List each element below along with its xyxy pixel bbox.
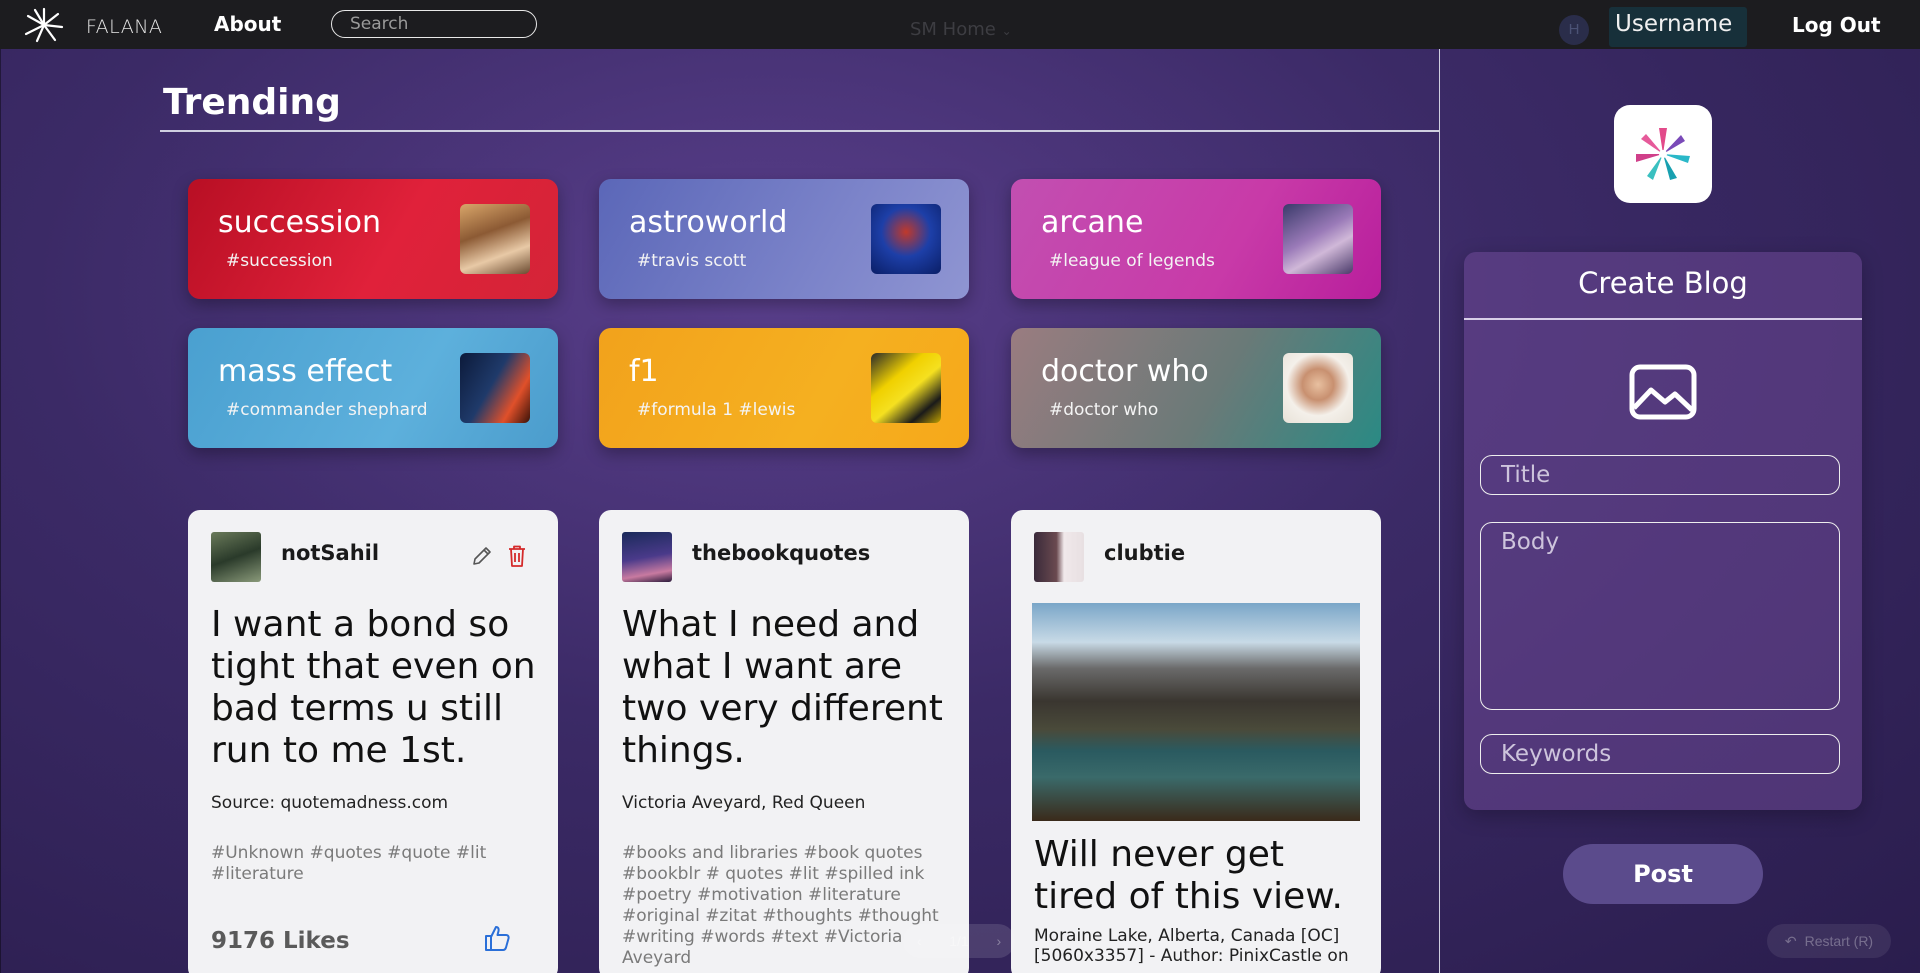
create-blog-title: Create Blog bbox=[1578, 266, 1748, 300]
trending-thumbnail bbox=[871, 204, 941, 274]
top-nav-bar: FALANA About SM Home ⌄ H Username Log Ou… bbox=[0, 0, 1920, 49]
trash-icon[interactable] bbox=[506, 544, 528, 568]
username-field[interactable]: Username bbox=[1609, 7, 1747, 47]
title-input[interactable] bbox=[1480, 455, 1840, 495]
avatar[interactable]: H bbox=[1559, 15, 1589, 45]
post-source: Source: quotemadness.com bbox=[211, 793, 449, 813]
chevron-right-icon[interactable]: › bbox=[996, 933, 1001, 949]
post-card: clubtie Will never get tired of this vie… bbox=[1011, 510, 1381, 973]
starburst-logo-icon bbox=[24, 7, 64, 43]
post-body: I want a bond so tight that even on bad … bbox=[211, 604, 536, 771]
post-source: Victoria Aveyard, Red Queen bbox=[622, 793, 866, 813]
brand-name: FALANA bbox=[86, 16, 163, 38]
flower-logo-icon bbox=[1636, 128, 1690, 180]
create-blog-panel: Create Blog bbox=[1464, 252, 1862, 810]
post-card: thebookquotes What I need and what I wan… bbox=[599, 510, 969, 973]
restart-button[interactable]: ↶ Restart (R) bbox=[1767, 924, 1891, 958]
post-button[interactable]: Post bbox=[1563, 844, 1763, 904]
trending-card-doctor-who[interactable]: doctor who #doctor who bbox=[1011, 328, 1381, 448]
search-input[interactable] bbox=[331, 10, 537, 38]
post-card: notSahil I want a bond so tight that eve… bbox=[188, 510, 558, 973]
trending-card-tag: #formula 1 #lewis bbox=[637, 400, 796, 420]
chevron-left-icon[interactable]: ‹ bbox=[917, 933, 922, 949]
trending-card-tag: #doctor who bbox=[1049, 400, 1159, 420]
post-username[interactable]: thebookquotes bbox=[692, 541, 870, 565]
trending-card-tag: #commander shephard bbox=[226, 400, 428, 420]
trending-thumbnail bbox=[871, 353, 941, 423]
trending-thumbnail bbox=[1283, 204, 1353, 274]
post-source: Moraine Lake, Alberta, Canada [OC] [5060… bbox=[1034, 926, 1349, 966]
trending-card-astroworld[interactable]: astroworld #travis scott bbox=[599, 179, 969, 299]
sm-home-dropdown[interactable]: SM Home ⌄ bbox=[910, 19, 1012, 40]
post-body: What I need and what I want are two very… bbox=[622, 604, 943, 771]
trending-card-name: astroworld bbox=[629, 205, 788, 240]
avatar[interactable] bbox=[1034, 532, 1084, 582]
trending-card-name: doctor who bbox=[1041, 354, 1209, 389]
body-textarea[interactable] bbox=[1480, 522, 1840, 710]
create-blog-divider bbox=[1464, 318, 1862, 320]
post-username[interactable]: clubtie bbox=[1104, 541, 1185, 565]
avatar[interactable] bbox=[622, 532, 672, 582]
trending-thumbnail bbox=[460, 204, 530, 274]
post-tags: #books and libraries #book quotes #bookb… bbox=[622, 843, 939, 968]
nav-about-link[interactable]: About bbox=[214, 12, 281, 36]
undo-arrow-icon: ↶ bbox=[1784, 932, 1797, 949]
falana-logo[interactable] bbox=[22, 6, 66, 44]
trending-card-f1[interactable]: f1 #formula 1 #lewis bbox=[599, 328, 969, 448]
sm-home-label: SM Home bbox=[910, 19, 996, 40]
trending-card-name: mass effect bbox=[218, 354, 393, 389]
avatar[interactable] bbox=[211, 532, 261, 582]
image-upload-icon[interactable] bbox=[1629, 364, 1697, 420]
post-tags: #Unknown #quotes #quote #lit #literature bbox=[211, 843, 487, 884]
trending-card-mass-effect[interactable]: mass effect #commander shephard bbox=[188, 328, 558, 448]
trending-card-arcane[interactable]: arcane #league of legends bbox=[1011, 179, 1381, 299]
trending-card-name: succession bbox=[218, 205, 382, 240]
edit-pencil-icon[interactable] bbox=[471, 545, 493, 567]
chevron-down-icon: ⌄ bbox=[1001, 24, 1012, 38]
page-title: Trending bbox=[163, 82, 341, 123]
page-indicator: 1/1 bbox=[949, 933, 969, 949]
thumbs-up-icon[interactable] bbox=[483, 924, 511, 952]
trending-card-name: arcane bbox=[1041, 205, 1144, 240]
like-count: 9176 Likes bbox=[211, 928, 350, 954]
logout-button[interactable]: Log Out bbox=[1792, 13, 1881, 37]
pagination-control: ‹ 1/1 › bbox=[903, 924, 1015, 958]
trending-card-succession[interactable]: succession #succession bbox=[188, 179, 558, 299]
trending-thumbnail bbox=[1283, 353, 1353, 423]
post-body: Will never get tired of this view. bbox=[1034, 834, 1343, 917]
restart-label: Restart (R) bbox=[1804, 933, 1874, 949]
trending-card-tag: #succession bbox=[226, 251, 333, 271]
trending-thumbnail bbox=[460, 353, 530, 423]
trending-card-tag: #travis scott bbox=[637, 251, 747, 271]
keywords-input[interactable] bbox=[1480, 734, 1840, 774]
trending-card-tag: #league of legends bbox=[1049, 251, 1215, 271]
trending-card-name: f1 bbox=[629, 354, 659, 389]
app-logo bbox=[1614, 105, 1712, 203]
post-image[interactable] bbox=[1032, 603, 1360, 821]
title-divider bbox=[160, 130, 1440, 132]
post-username[interactable]: notSahil bbox=[281, 541, 379, 565]
